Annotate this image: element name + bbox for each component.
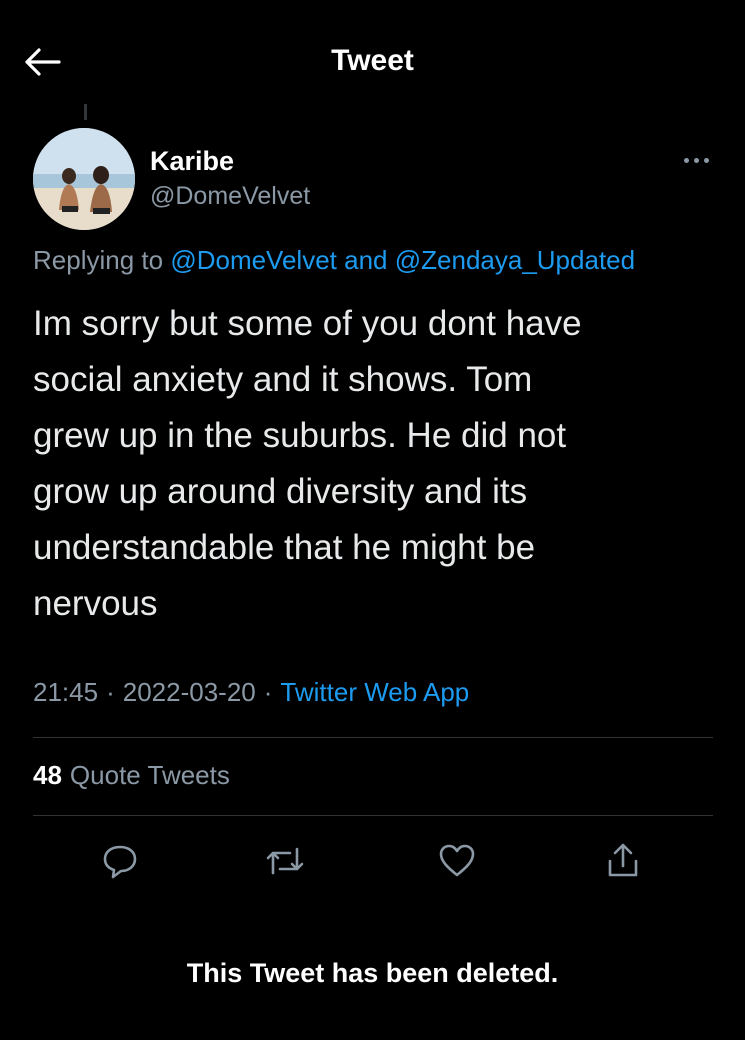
share-button[interactable] bbox=[598, 836, 648, 886]
like-button[interactable] bbox=[432, 836, 482, 886]
tweet-line: nervous bbox=[33, 584, 158, 623]
mention-conjunction: and bbox=[344, 245, 388, 275]
top-bar: Tweet bbox=[0, 0, 745, 120]
mention-link[interactable]: @Zendaya_Updated bbox=[395, 245, 635, 275]
page-title: Tweet bbox=[331, 44, 414, 77]
author-handle[interactable]: @DomeVelvet bbox=[150, 182, 310, 211]
author-name[interactable]: Karibe bbox=[150, 146, 234, 177]
meta-separator: · bbox=[106, 677, 115, 707]
heart-icon bbox=[439, 844, 475, 877]
action-bar bbox=[0, 836, 745, 886]
thread-line bbox=[84, 104, 87, 120]
divider bbox=[33, 815, 713, 816]
replying-prefix: Replying to bbox=[33, 245, 164, 275]
tweet-line: grow up around diversity and its bbox=[33, 472, 528, 511]
deleted-notice: This Tweet has been deleted. bbox=[186, 958, 559, 988]
avatar[interactable] bbox=[33, 128, 135, 230]
retweet-button[interactable] bbox=[260, 836, 310, 886]
tweet-source[interactable]: Twitter Web App bbox=[280, 677, 469, 707]
tweet-time[interactable]: 21:45 bbox=[33, 677, 98, 707]
meta-separator: · bbox=[263, 677, 273, 707]
tweet-line: grew up in the suburbs. He did not bbox=[33, 416, 567, 455]
tweet-meta: 21:45 · 2022-03-20 · Twitter Web App bbox=[33, 677, 469, 708]
tweet-line: Im sorry but some of you dont have bbox=[33, 304, 582, 343]
tweet-line: social anxiety and it shows. Tom bbox=[33, 360, 533, 399]
quote-count: 48 bbox=[33, 760, 62, 790]
quote-tweets-stat[interactable]: 48 Quote Tweets bbox=[33, 760, 230, 791]
tweet-date[interactable]: 2022-03-20 bbox=[123, 677, 256, 707]
reply-button[interactable] bbox=[95, 836, 145, 886]
more-options-button[interactable] bbox=[676, 148, 716, 172]
reply-icon bbox=[103, 845, 137, 879]
quote-label: Quote Tweets bbox=[69, 760, 230, 790]
avatar-image bbox=[33, 128, 135, 230]
mention-link[interactable]: @DomeVelvet bbox=[170, 245, 337, 275]
share-icon bbox=[608, 843, 638, 877]
tweet-line: understandable that he might be bbox=[33, 528, 536, 567]
more-dots-icon bbox=[683, 157, 689, 163]
divider bbox=[33, 737, 713, 738]
tweet-text: Im sorry but some of you dont have socia… bbox=[33, 296, 713, 632]
replying-to: Replying to @DomeVelvet and @Zendaya_Upd… bbox=[33, 245, 635, 276]
retweet-icon bbox=[266, 847, 304, 875]
